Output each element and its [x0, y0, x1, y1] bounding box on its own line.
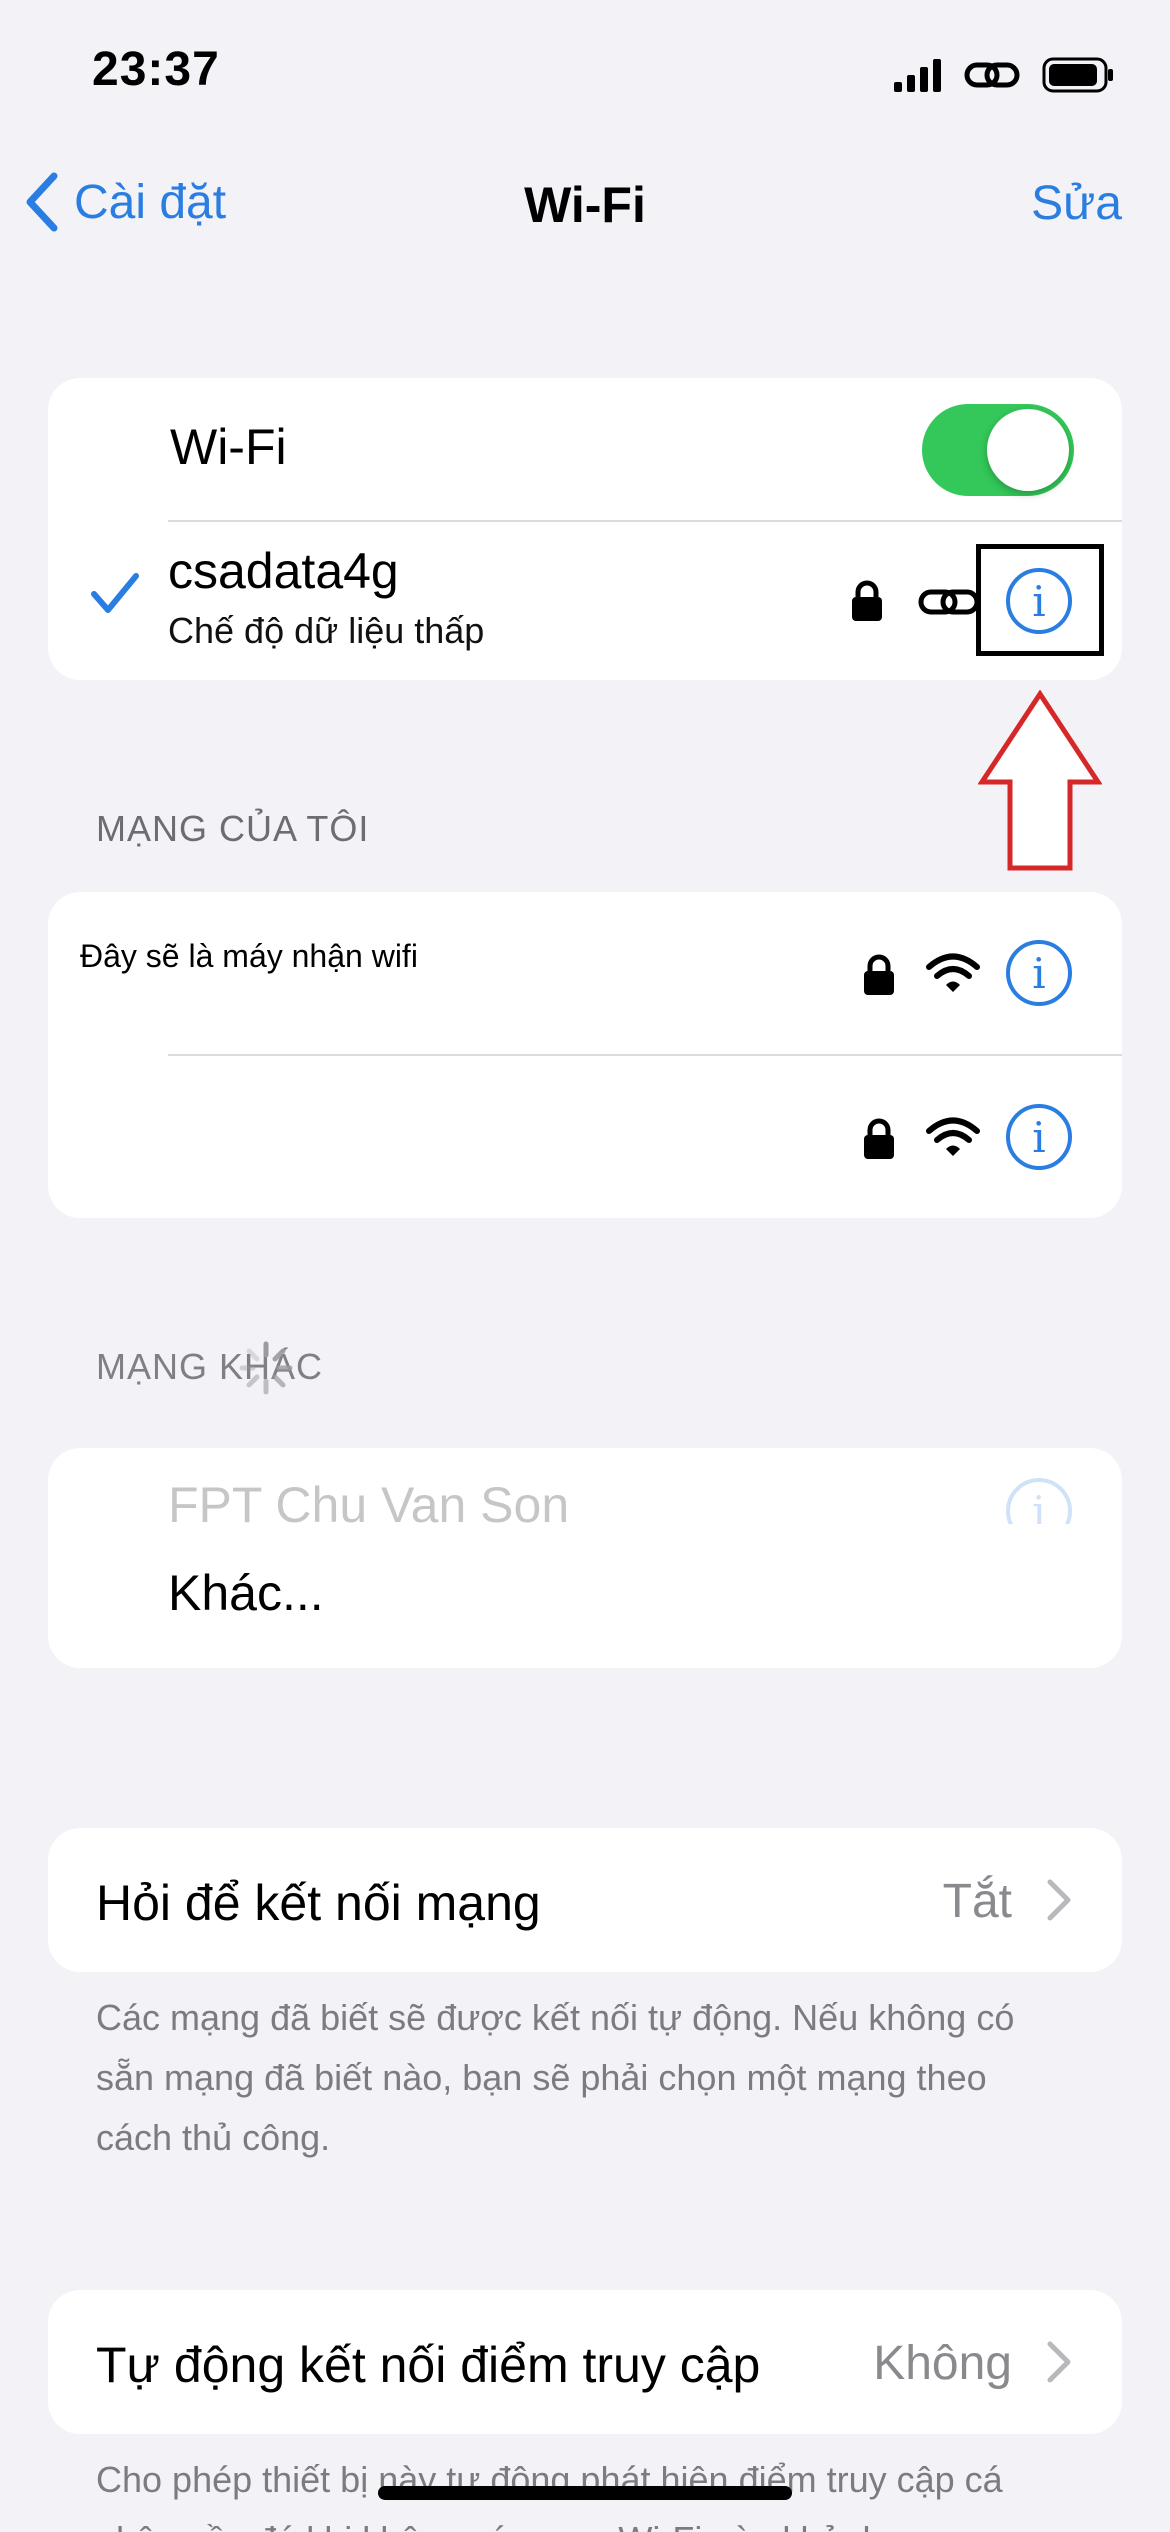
status-icons	[894, 50, 1114, 100]
connected-network-subtitle: Chế độ dữ liệu thấp	[168, 610, 485, 651]
info-icon[interactable]: i	[1006, 940, 1072, 1006]
wifi-card: Wi-Fi csadata4g Chế độ dữ liệu thấp i	[48, 378, 1122, 680]
personal-hotspot-link-icon	[918, 589, 980, 615]
personal-hotspot-link-icon	[964, 62, 1020, 88]
checkmark-icon	[91, 573, 139, 613]
ask-to-join-value: Tắt	[942, 1875, 1012, 1928]
auto-join-hotspot-label: Tự động kết nối điểm truy cập	[96, 2337, 761, 2393]
network-name: Đây sẽ là máy nhận wifi	[80, 938, 418, 974]
ask-to-join-row[interactable]: Hỏi để kết nối mạng Tắt	[48, 1828, 1122, 1972]
wifi-toggle-label: Wi-Fi	[170, 419, 287, 475]
network-row[interactable]: Đây sẽ là máy nhận wifi i	[48, 892, 1122, 1054]
wifi-toggle[interactable]	[922, 404, 1074, 496]
chevron-right-icon	[1047, 2341, 1071, 2383]
network-row-faded[interactable]: FPT Chu Van Son i	[48, 1448, 1122, 1524]
connected-network-row[interactable]: csadata4g Chế độ dữ liệu thấp i	[48, 522, 1122, 680]
chevron-right-icon	[1047, 1879, 1071, 1921]
cellular-signal-icon	[894, 59, 941, 92]
network-row[interactable]: i	[48, 1056, 1122, 1218]
network-name: FPT Chu Van Son	[168, 1477, 570, 1524]
other-network-label: Khác...	[168, 1565, 324, 1621]
connected-network-name: csadata4g	[168, 543, 399, 599]
ask-to-join-label: Hỏi để kết nối mạng	[96, 1875, 541, 1931]
status-time: 23:37	[92, 43, 220, 96]
lock-icon	[864, 1118, 894, 1159]
loading-spinner-icon	[239, 1341, 293, 1395]
lock-icon	[864, 954, 894, 995]
battery-icon	[1042, 57, 1113, 93]
wifi-signal-icon	[926, 953, 980, 992]
home-indicator[interactable]	[378, 2486, 792, 2500]
annotation-highlight-box	[976, 544, 1104, 656]
wifi-signal-icon	[926, 1117, 980, 1156]
lock-icon	[852, 580, 882, 621]
auto-join-hotspot-value: Không	[873, 2337, 1012, 2390]
page-title: Wi-Fi	[524, 177, 646, 233]
ask-to-join-footer: Các mạng đã biết sẽ được kết nối tự động…	[96, 1997, 1015, 2158]
section-header-my-networks: MẠNG CỦA TÔI	[96, 808, 370, 849]
info-icon[interactable]: i	[1006, 1104, 1072, 1170]
my-networks-card: Đây sẽ là máy nhận wifi i i	[48, 892, 1122, 1218]
other-network-row[interactable]: Khác...	[48, 1524, 1122, 1668]
auto-join-hotspot-row[interactable]: Tự động kết nối điểm truy cập Không	[48, 2290, 1122, 2434]
info-icon[interactable]: i	[1006, 1478, 1072, 1524]
edit-button[interactable]: Sửa	[1031, 176, 1122, 231]
annotation-arrow-up-icon	[978, 690, 1102, 871]
other-networks-card: FPT Chu Van Son i Khác...	[48, 1448, 1122, 1668]
